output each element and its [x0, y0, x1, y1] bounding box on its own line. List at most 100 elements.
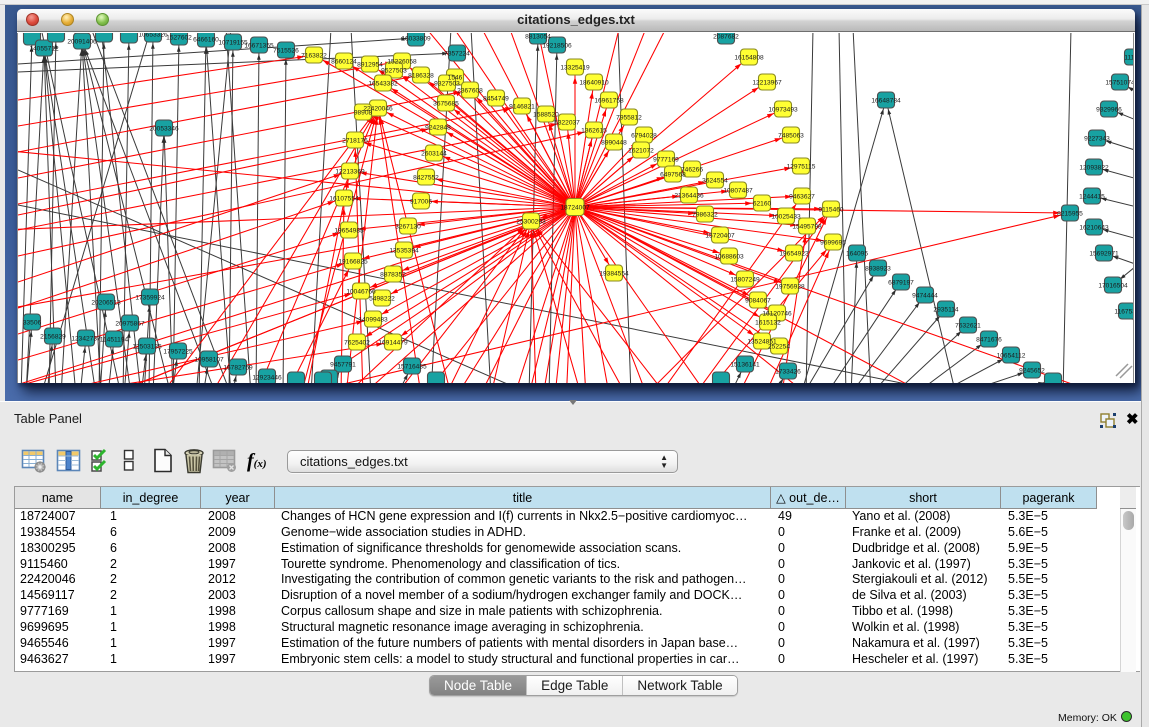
svg-text:16648784: 16648784 — [871, 98, 901, 105]
svg-text:12923446: 12923446 — [252, 375, 282, 382]
svg-text:9227343: 9227343 — [1084, 136, 1110, 143]
svg-text:10973493: 10973493 — [768, 107, 798, 114]
svg-text:6466160: 6466160 — [193, 37, 219, 44]
svg-text:15751074: 15751074 — [1105, 80, 1134, 87]
svg-text:1615132: 1615132 — [755, 320, 781, 327]
svg-text:16210643: 16210643 — [1079, 225, 1109, 232]
svg-text:9474444: 9474444 — [912, 293, 938, 300]
svg-text:2367608: 2367608 — [457, 88, 483, 95]
svg-text:9463627: 9463627 — [789, 194, 815, 201]
svg-text:15226058: 15226058 — [387, 59, 417, 66]
svg-text:62160: 62160 — [753, 201, 772, 208]
svg-text:19654985: 19654985 — [334, 228, 364, 235]
svg-text:9245652: 9245652 — [1019, 368, 1045, 375]
svg-text:17016504: 17016504 — [1098, 283, 1128, 290]
svg-text:12213369: 12213369 — [335, 169, 365, 176]
svg-text:8990448: 8990448 — [601, 140, 627, 147]
svg-text:9146821: 9146821 — [509, 104, 535, 111]
svg-text:16961758: 16961758 — [594, 98, 624, 105]
svg-text:16543382: 16543382 — [368, 81, 398, 88]
svg-text:20975867: 20975867 — [115, 321, 145, 328]
svg-text:20206513: 20206513 — [91, 300, 121, 307]
svg-text:7986322: 7986322 — [692, 212, 718, 219]
svg-text:16782759: 16782759 — [223, 365, 253, 372]
svg-text:12213967: 12213967 — [752, 80, 782, 87]
svg-text:7955812: 7955812 — [616, 115, 642, 122]
svg-text:9327503: 9327503 — [434, 81, 460, 88]
svg-text:9115460: 9115460 — [818, 207, 844, 214]
svg-text:14099483: 14099483 — [358, 317, 388, 324]
svg-text:15495798: 15495798 — [792, 224, 822, 231]
svg-text:8938923: 8938923 — [865, 266, 891, 273]
svg-text:6794028: 6794028 — [631, 133, 657, 140]
svg-text:10653326: 10653326 — [138, 33, 168, 39]
svg-text:10807487: 10807487 — [723, 188, 753, 195]
svg-text:13535394: 13535394 — [389, 248, 419, 255]
svg-text:1527602: 1527602 — [166, 35, 192, 42]
svg-text:9457791: 9457791 — [330, 362, 356, 369]
svg-text:5498222: 5498222 — [369, 296, 395, 303]
svg-text:19654923: 19654923 — [779, 251, 809, 258]
svg-text:8454749: 8454749 — [483, 96, 509, 103]
svg-text:8427552: 8427552 — [413, 175, 439, 182]
svg-text:12503135: 12503135 — [132, 344, 162, 351]
svg-text:33506: 33506 — [23, 320, 42, 327]
svg-text:3624554: 3624554 — [702, 178, 728, 185]
svg-text:7357224: 7357224 — [444, 51, 470, 58]
svg-text:17359924: 17359924 — [135, 295, 165, 302]
svg-text:7515526: 7515526 — [273, 48, 299, 55]
svg-text:9699695: 9699695 — [820, 240, 846, 247]
svg-text:6879197: 6879197 — [888, 280, 914, 287]
svg-text:10688603: 10688603 — [714, 254, 744, 261]
svg-text:8215955: 8215955 — [1057, 211, 1083, 218]
svg-text:12975115: 12975115 — [787, 164, 816, 171]
svg-text:6497568: 6497568 — [660, 172, 686, 179]
svg-text:12093822: 12093822 — [1079, 165, 1109, 172]
svg-text:9329966: 9329966 — [1096, 107, 1122, 114]
svg-text:14055712: 14055712 — [29, 46, 59, 53]
svg-text:25300293: 25300293 — [516, 219, 546, 226]
svg-text:10958107: 10958107 — [194, 357, 224, 364]
svg-text:16107554: 16107554 — [329, 196, 359, 203]
svg-text:5322037: 5322037 — [554, 120, 580, 127]
svg-text:1588520: 1588520 — [533, 112, 559, 119]
svg-text:10654112: 10654112 — [997, 353, 1026, 360]
svg-text:2603144: 2603144 — [421, 151, 447, 158]
svg-text:8186328: 8186328 — [408, 73, 434, 80]
svg-text:15716485: 15716485 — [397, 364, 427, 371]
svg-text:19218506: 19218506 — [542, 43, 572, 50]
svg-text:19756928: 19756928 — [775, 284, 805, 291]
svg-text:18724007: 18724007 — [560, 205, 590, 212]
svg-text:2718176: 2718176 — [342, 138, 368, 145]
svg-text:15692971: 15692971 — [1089, 251, 1119, 258]
svg-text:3675685: 3675685 — [433, 101, 459, 108]
svg-text:1733426: 1733426 — [775, 369, 801, 376]
svg-text:20091406: 20091406 — [67, 39, 97, 46]
svg-text:16033809: 16033809 — [401, 36, 431, 43]
svg-text:13325419: 13325419 — [560, 65, 590, 72]
svg-text:16120746: 16120746 — [762, 311, 792, 318]
svg-text:7632621: 7632621 — [955, 323, 981, 330]
svg-text:7485063: 7485063 — [778, 133, 804, 140]
svg-text:10025433: 10025433 — [771, 214, 801, 221]
svg-text:7625402: 7625402 — [344, 340, 370, 347]
svg-text:16154808: 16154808 — [734, 55, 764, 62]
svg-text:98908: 98908 — [354, 110, 373, 117]
svg-text:9777169: 9777169 — [653, 157, 679, 164]
svg-text:252254: 252254 — [768, 344, 790, 351]
svg-text:9527503: 9527503 — [381, 68, 407, 75]
svg-text:8912954: 8912954 — [357, 62, 383, 69]
svg-text:19384554: 19384554 — [599, 271, 629, 278]
svg-text:12342737: 12342737 — [71, 336, 101, 343]
svg-text:8813054: 8813054 — [525, 34, 551, 41]
svg-text:21364436: 21364436 — [674, 193, 704, 200]
svg-text:19166825: 19166825 — [338, 259, 368, 266]
svg-text:1167533: 1167533 — [1114, 309, 1134, 316]
svg-text:1362615: 1362615 — [581, 128, 607, 135]
svg-text:11451194: 11451194 — [100, 337, 129, 344]
svg-text:11173: 11173 — [1124, 55, 1134, 62]
svg-text:1244415: 1244415 — [1079, 194, 1105, 201]
svg-text:8878352: 8878352 — [380, 272, 406, 279]
svg-text:164095: 164095 — [846, 251, 868, 258]
svg-text:1621072: 1621072 — [628, 148, 654, 155]
